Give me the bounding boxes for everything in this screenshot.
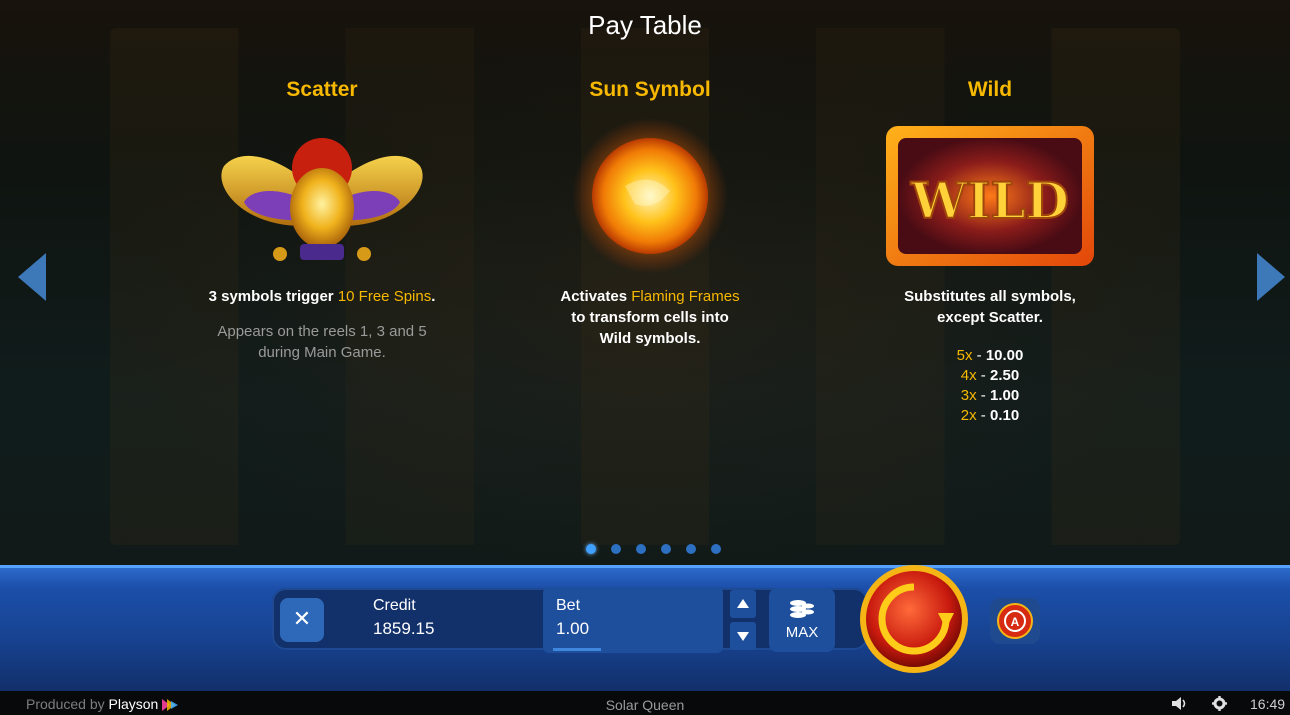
pay-value: 10.00 [985, 347, 1024, 364]
pay-sep: - [972, 347, 986, 364]
sub-line: during Main Game. [258, 344, 386, 361]
credit-value: 1859.15 [373, 619, 435, 638]
pay-multiplier: 3x [960, 387, 977, 404]
page-dot[interactable] [661, 544, 671, 554]
scarab-symbol-icon [202, 116, 442, 276]
chevron-left-icon[interactable] [18, 253, 46, 301]
pay-row: 2x - 0.10 [825, 406, 1155, 426]
sun-symbol-icon [530, 116, 770, 276]
sun-description: Activates Flaming Frames to transform ce… [485, 286, 815, 349]
wild-text: WILD [910, 171, 1069, 230]
autoplay-label: A [1011, 615, 1020, 629]
pagination-dots [586, 544, 726, 554]
pay-row: 5x - 10.00 [825, 346, 1155, 366]
desc-text: . [431, 288, 436, 305]
pay-sep: - [976, 387, 990, 404]
pay-sep: - [976, 407, 990, 424]
page-title: Pay Table [588, 10, 702, 40]
paytable-column-wild: Wild WILD Substitutes all symbols, excep… [825, 78, 1155, 426]
scatter-subtext: Appears on the reels 1, 3 and 5 during M… [157, 321, 487, 363]
page-dot[interactable] [686, 544, 696, 554]
pay-value: 0.10 [989, 407, 1020, 424]
column-title: Scatter [286, 78, 358, 101]
pay-value: 1.00 [989, 387, 1020, 404]
chevron-right-icon[interactable] [1257, 253, 1285, 301]
credit-label: Credit [373, 597, 416, 614]
pay-multiplier: 5x [956, 347, 973, 364]
triangle-down-icon [737, 632, 749, 641]
scatter-description: 3 symbols trigger 10 Free Spins. [157, 286, 487, 307]
page-dot[interactable] [586, 544, 596, 554]
desc-line: except Scatter. [937, 309, 1043, 326]
max-label: MAX [785, 624, 819, 641]
column-title: Wild [967, 78, 1013, 101]
coins-stack-icon [790, 600, 814, 618]
game-name: Solar Queen [605, 697, 685, 713]
footer: Produced by Playson Solar Queen 16:49 [0, 691, 1290, 715]
close-icon: ✕ [292, 607, 312, 632]
desc-text: Activates [560, 288, 632, 305]
wild-paytable: 5x - 10.00 4x - 2.50 3x - 1.00 2x - 0.10 [825, 346, 1155, 426]
page-dot[interactable] [611, 544, 621, 554]
desc-line: to transform cells into [571, 309, 729, 326]
sub-line: Appears on the reels 1, 3 and 5 [217, 323, 427, 340]
bet-value: 1.00 [556, 619, 590, 638]
page-dot[interactable] [711, 544, 721, 554]
triangle-up-icon [737, 599, 749, 608]
desc-text: 3 symbols trigger [208, 288, 338, 305]
autoplay-button[interactable]: A [990, 598, 1040, 644]
spin-icon [860, 565, 968, 673]
pay-sep: - [976, 367, 990, 384]
desc-highlight: 10 Free Spins [337, 288, 432, 305]
pay-row: 3x - 1.00 [825, 386, 1155, 406]
clock: 16:49 [1250, 696, 1286, 712]
wild-description: Substitutes all symbols, except Scatter. [825, 286, 1155, 328]
pay-multiplier: 4x [960, 367, 977, 384]
desc-line: Wild symbols. [599, 330, 701, 347]
column-title: Sun Symbol [589, 78, 711, 101]
autoplay-icon: A [997, 603, 1033, 639]
wild-symbol-icon: WILD [870, 116, 1110, 276]
paytable-column-sun: Sun Symbol Activates Flaming Frames to t… [485, 78, 815, 349]
max-bet-button[interactable]: MAX [769, 588, 835, 652]
gear-icon[interactable] [1212, 696, 1227, 711]
pay-value: 2.50 [989, 367, 1020, 384]
bet-label: Bet [556, 597, 581, 614]
desc-line: Substitutes all symbols, [904, 288, 1076, 305]
pay-multiplier: 2x [960, 407, 977, 424]
desc-highlight: Flaming Frames [631, 288, 740, 305]
bet-decrease-button[interactable] [730, 622, 756, 650]
paytable-column-scatter: Scatter 3 symbols trigger 10 Free Spins.… [157, 78, 487, 363]
bet-increase-button[interactable] [730, 590, 756, 618]
spin-button[interactable] [858, 563, 970, 675]
volume-icon[interactable] [1172, 697, 1188, 710]
pay-row: 4x - 2.50 [825, 366, 1155, 386]
game-screen: Pay Table Scatter 3 symbols trigger 10 F… [0, 0, 1290, 715]
close-button[interactable]: ✕ [280, 598, 324, 642]
page-dot[interactable] [636, 544, 646, 554]
